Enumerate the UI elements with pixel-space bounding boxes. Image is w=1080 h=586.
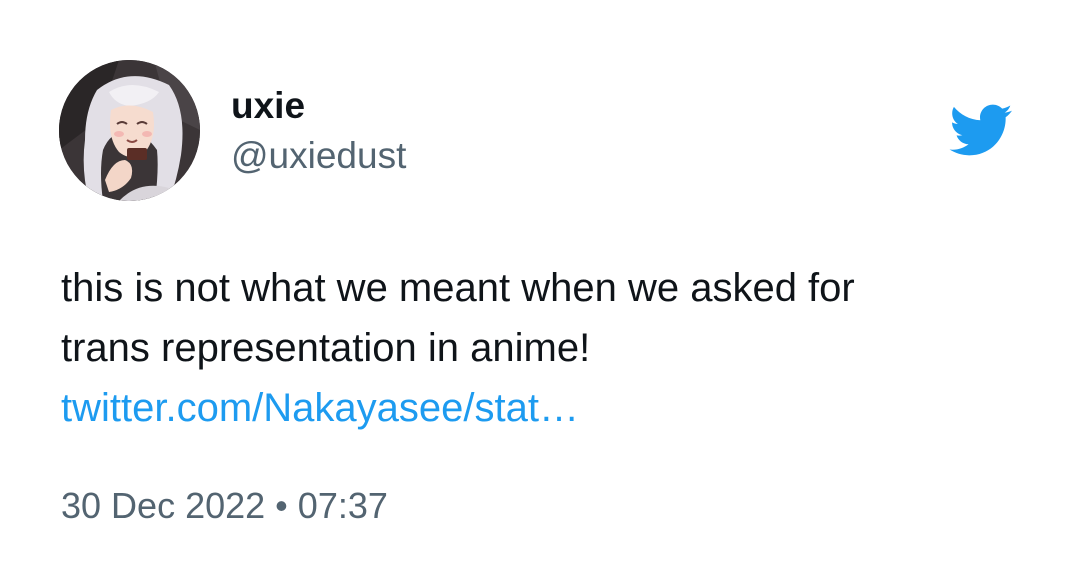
- avatar-image: [59, 60, 200, 201]
- tweet-time: 07:37: [297, 485, 388, 526]
- tweet-date: 30 Dec 2022: [61, 485, 266, 526]
- tweet-text: this is not what we meant when we asked …: [61, 258, 1021, 438]
- tweet-link[interactable]: twitter.com/Nakayasee/stat…: [61, 386, 579, 430]
- tweet-text-line: trans representation in anime!: [61, 326, 591, 370]
- timestamp-separator: •: [275, 485, 288, 526]
- avatar[interactable]: [59, 60, 200, 201]
- user-handle[interactable]: @uxiedust: [231, 134, 406, 178]
- tweet-card: uxie @uxiedust this is not what we meant…: [0, 0, 1080, 586]
- display-name[interactable]: uxie: [231, 84, 305, 128]
- tweet-timestamp[interactable]: 30 Dec 2022 • 07:37: [61, 484, 388, 528]
- twitter-bird-icon[interactable]: [940, 97, 1020, 163]
- tweet-text-line: this is not what we meant when we asked …: [61, 266, 855, 310]
